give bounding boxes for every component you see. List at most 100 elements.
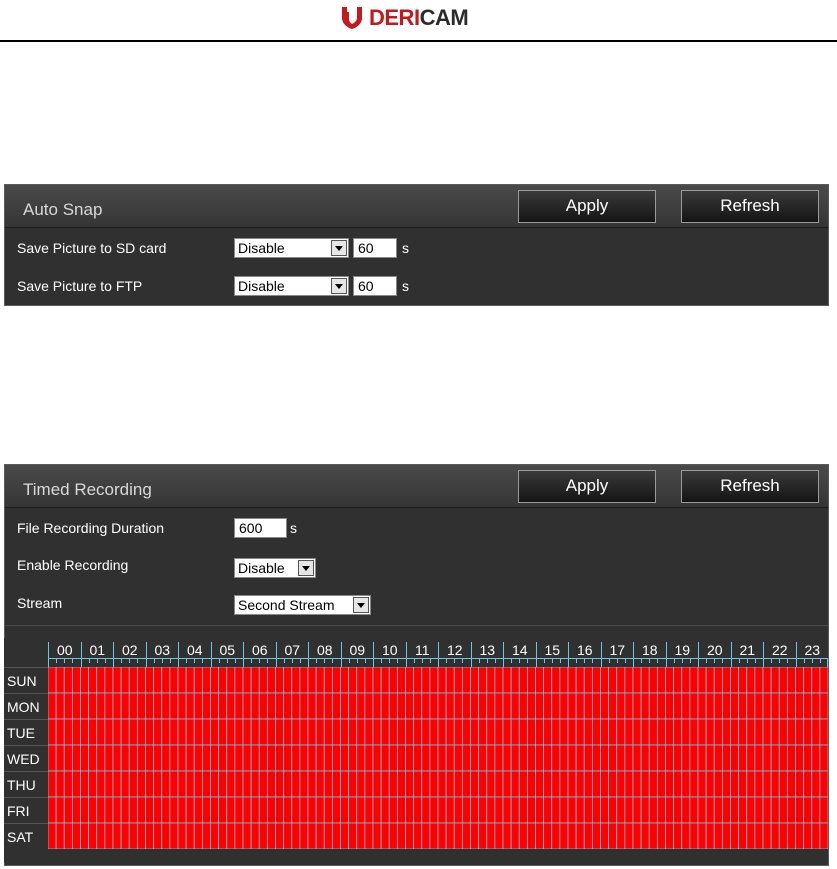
schedule-cell[interactable] bbox=[616, 796, 626, 824]
schedule-cell[interactable] bbox=[518, 796, 528, 824]
schedule-cell[interactable] bbox=[250, 770, 260, 798]
schedule-cell[interactable] bbox=[526, 718, 536, 746]
schedule-cell[interactable] bbox=[453, 692, 463, 720]
schedule-cell[interactable] bbox=[551, 692, 561, 720]
schedule-cell[interactable] bbox=[795, 822, 805, 849]
schedule-cell[interactable] bbox=[177, 796, 187, 824]
schedule-cell[interactable] bbox=[551, 822, 561, 849]
schedule-cell[interactable] bbox=[348, 692, 358, 720]
schedule-cell[interactable] bbox=[437, 718, 447, 746]
schedule-cell[interactable] bbox=[656, 822, 666, 849]
schedule-cell[interactable] bbox=[608, 692, 618, 720]
schedule-cell[interactable] bbox=[445, 718, 455, 746]
day-label-tue[interactable]: TUE bbox=[4, 719, 48, 745]
schedule-cell[interactable] bbox=[689, 744, 699, 772]
schedule-cell[interactable] bbox=[120, 718, 130, 746]
schedule-cell[interactable] bbox=[535, 667, 545, 694]
schedule-cell[interactable] bbox=[185, 744, 195, 772]
schedule-cell[interactable] bbox=[218, 667, 228, 694]
schedule-cell[interactable] bbox=[421, 770, 431, 798]
schedule-cell[interactable] bbox=[340, 770, 350, 798]
schedule-cell[interactable] bbox=[583, 744, 593, 772]
schedule-cell[interactable] bbox=[713, 822, 723, 849]
schedule-cell[interactable] bbox=[665, 667, 675, 694]
schedule-cell[interactable] bbox=[283, 718, 293, 746]
schedule-cell[interactable] bbox=[526, 692, 536, 720]
schedule-cell[interactable] bbox=[689, 770, 699, 798]
schedule-cell[interactable] bbox=[681, 744, 691, 772]
schedule-cell[interactable] bbox=[88, 692, 98, 720]
schedule-cell[interactable] bbox=[754, 744, 764, 772]
schedule-cell[interactable] bbox=[48, 822, 57, 849]
day-label-sun[interactable]: SUN bbox=[4, 667, 48, 693]
schedule-cell[interactable] bbox=[80, 770, 90, 798]
schedule-cell[interactable] bbox=[795, 770, 805, 798]
schedule-cell[interactable] bbox=[656, 718, 666, 746]
schedule-cell[interactable] bbox=[478, 822, 488, 849]
schedule-cell[interactable] bbox=[307, 822, 317, 849]
schedule-cell[interactable] bbox=[193, 744, 203, 772]
schedule-cell[interactable] bbox=[169, 822, 179, 849]
schedule-cell[interactable] bbox=[331, 718, 341, 746]
schedule-cell[interactable] bbox=[575, 822, 585, 849]
schedule-cell[interactable] bbox=[96, 692, 106, 720]
schedule-cell[interactable] bbox=[567, 692, 577, 720]
schedule-cell[interactable] bbox=[96, 667, 106, 694]
schedule-cell[interactable] bbox=[55, 718, 65, 746]
hour-label[interactable]: 04 bbox=[178, 642, 211, 658]
schedule-cell[interactable] bbox=[356, 796, 366, 824]
schedule-cell[interactable] bbox=[185, 692, 195, 720]
schedule-cell[interactable] bbox=[730, 692, 740, 720]
schedule-cell[interactable] bbox=[746, 822, 756, 849]
schedule-cell[interactable] bbox=[307, 667, 317, 694]
schedule-cell[interactable] bbox=[128, 692, 138, 720]
schedule-cell[interactable] bbox=[250, 744, 260, 772]
schedule-cell[interactable] bbox=[388, 822, 398, 849]
schedule-cell[interactable] bbox=[518, 822, 528, 849]
schedule-cell[interactable] bbox=[96, 770, 106, 798]
schedule-cell[interactable] bbox=[242, 770, 252, 798]
schedule-cell[interactable] bbox=[226, 718, 236, 746]
schedule-cell[interactable] bbox=[535, 692, 545, 720]
day-label-fri[interactable]: FRI bbox=[4, 797, 48, 823]
schedule-cell[interactable] bbox=[258, 770, 268, 798]
schedule-cell[interactable] bbox=[762, 822, 772, 849]
chevron-down-icon[interactable] bbox=[353, 597, 369, 613]
schedule-cell[interactable] bbox=[632, 796, 642, 824]
hour-label[interactable]: 07 bbox=[275, 642, 309, 658]
schedule-cell[interactable] bbox=[786, 667, 796, 694]
schedule-cell[interactable] bbox=[819, 770, 828, 798]
schedule-cell[interactable] bbox=[128, 822, 138, 849]
schedule-cell[interactable] bbox=[721, 822, 731, 849]
schedule-cell[interactable] bbox=[201, 770, 211, 798]
hour-label[interactable]: 14 bbox=[503, 642, 536, 658]
schedule-cell[interactable] bbox=[348, 667, 358, 694]
schedule-cell[interactable] bbox=[616, 667, 626, 694]
schedule-cell[interactable] bbox=[575, 718, 585, 746]
schedule-cell[interactable] bbox=[559, 770, 569, 798]
schedule-cell[interactable] bbox=[624, 718, 634, 746]
schedule-cell[interactable] bbox=[218, 692, 228, 720]
schedule-cell[interactable] bbox=[331, 692, 341, 720]
schedule-cell[interactable] bbox=[283, 770, 293, 798]
schedule-cell[interactable] bbox=[640, 667, 650, 694]
schedule-cell[interactable] bbox=[705, 692, 715, 720]
schedule-cell[interactable] bbox=[266, 770, 276, 798]
schedule-cell[interactable] bbox=[591, 796, 601, 824]
schedule-cell[interactable] bbox=[299, 718, 309, 746]
schedule-cell[interactable] bbox=[128, 744, 138, 772]
schedule-cell[interactable] bbox=[705, 796, 715, 824]
schedule-cell[interactable] bbox=[583, 718, 593, 746]
schedule-cell[interactable] bbox=[510, 718, 520, 746]
schedule-cell[interactable] bbox=[738, 796, 748, 824]
schedule-cell[interactable] bbox=[600, 718, 610, 746]
schedule-cell[interactable] bbox=[600, 744, 610, 772]
schedule-cell[interactable] bbox=[413, 744, 423, 772]
schedule-cell[interactable] bbox=[331, 822, 341, 849]
schedule-cell[interactable] bbox=[437, 692, 447, 720]
schedule-cell[interactable] bbox=[63, 744, 73, 772]
schedule-cell[interactable] bbox=[811, 744, 821, 772]
schedule-cell[interactable] bbox=[600, 796, 610, 824]
schedule-cell[interactable] bbox=[372, 770, 382, 798]
schedule-cell[interactable] bbox=[283, 692, 293, 720]
